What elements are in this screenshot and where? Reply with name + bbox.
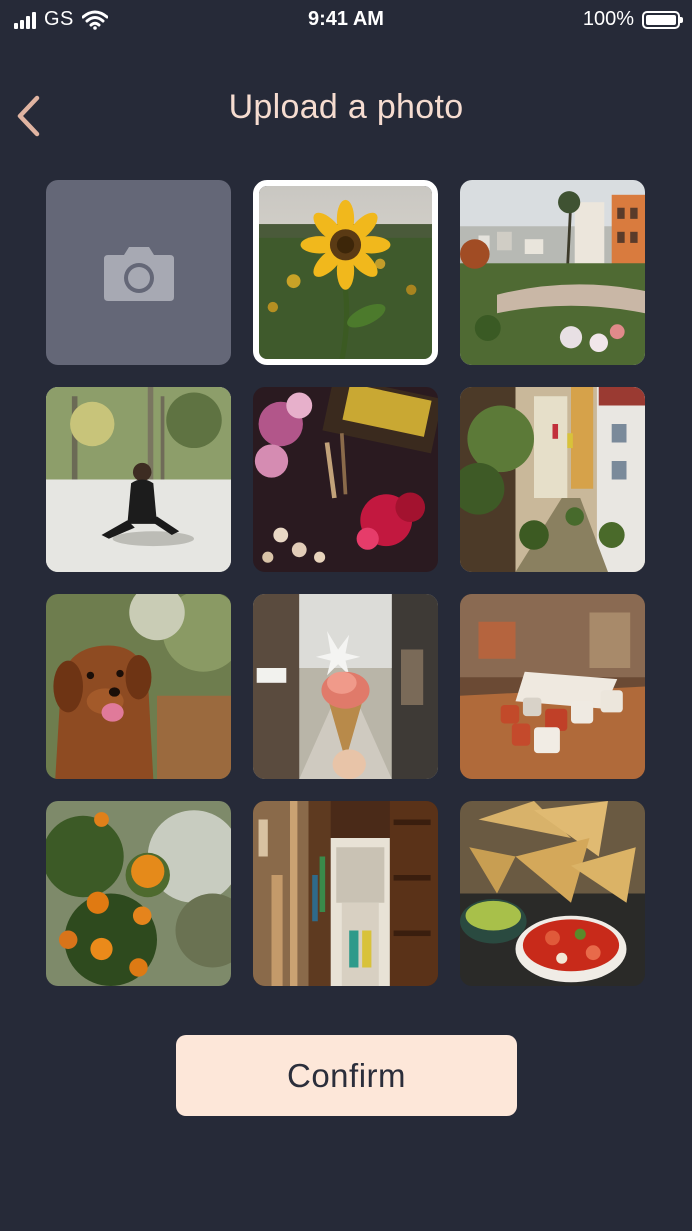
city-street-image <box>460 180 645 365</box>
bookstore-image <box>253 801 438 986</box>
upload-photo-screen: GS 9:41 AM 100% Upload a photo Confirm <box>0 0 692 1231</box>
photo-woman-sitting[interactable] <box>46 387 231 572</box>
sunflower-image <box>259 186 432 359</box>
photo-bookstore[interactable] <box>253 801 438 986</box>
photo-oranges[interactable] <box>46 801 231 986</box>
camera-icon <box>103 246 174 301</box>
oranges-image <box>46 801 231 986</box>
alley-houses-image <box>460 387 645 572</box>
dog-image <box>46 594 231 779</box>
woman-sitting-image <box>46 387 231 572</box>
photo-ice-cream[interactable] <box>253 594 438 779</box>
ice-cream-image <box>253 594 438 779</box>
photo-sunflower[interactable] <box>253 180 438 365</box>
photo-city-street[interactable] <box>460 180 645 365</box>
take-photo-tile[interactable] <box>46 180 231 365</box>
photo-flowers-bouquet[interactable] <box>253 387 438 572</box>
photo-coffee-cups[interactable] <box>460 594 645 779</box>
status-bar-right: 100% <box>582 8 683 31</box>
status-bar: GS 9:41 AM 100% <box>0 0 692 40</box>
confirm-button[interactable]: Confirm <box>176 1035 517 1116</box>
coffee-cups-image <box>460 594 645 779</box>
battery-icon <box>642 10 683 29</box>
photo-dog[interactable] <box>46 594 231 779</box>
photo-alley-houses[interactable] <box>460 387 645 572</box>
photo-grid <box>46 180 646 986</box>
photo-nachos[interactable] <box>460 801 645 986</box>
flowers-bouquet-image <box>253 387 438 572</box>
page-title: Upload a photo <box>228 88 464 126</box>
battery-percent: 100% <box>582 8 634 30</box>
nachos-image <box>460 801 645 986</box>
